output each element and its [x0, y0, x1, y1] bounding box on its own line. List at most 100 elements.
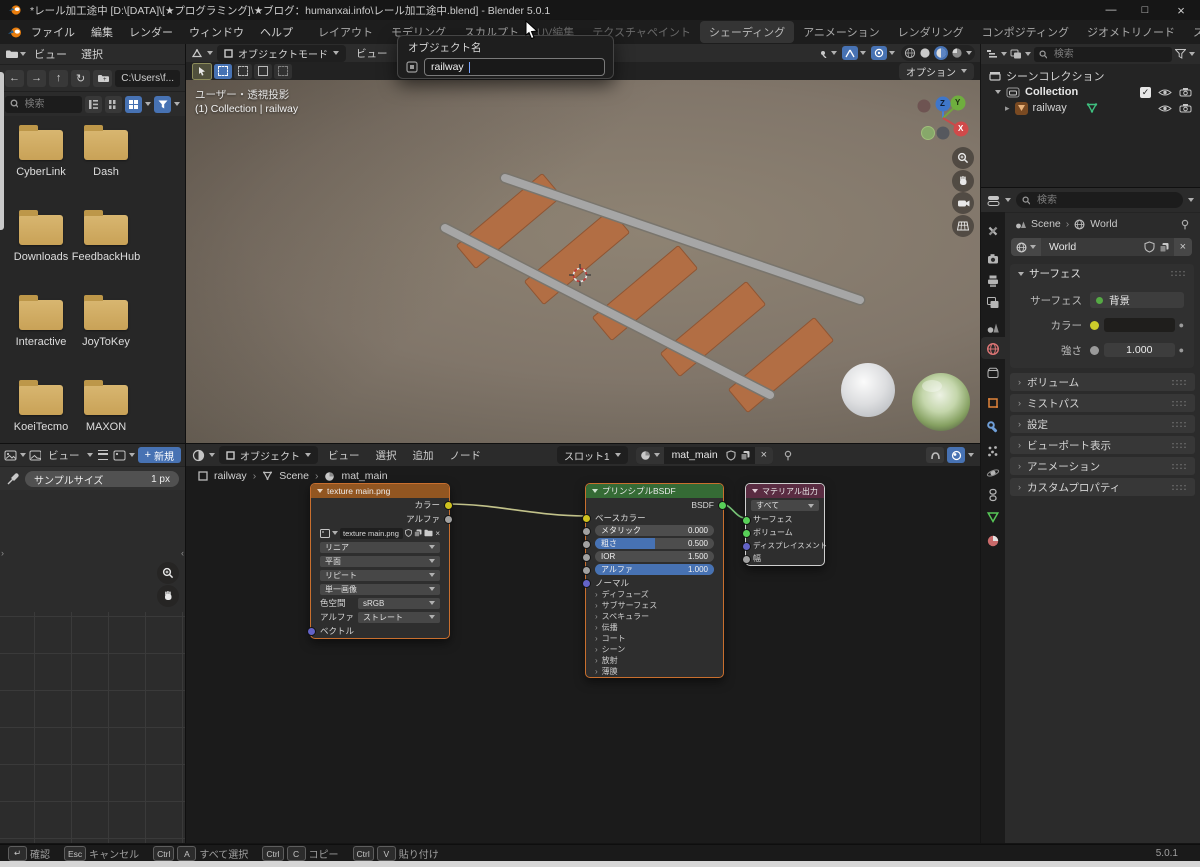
scene-collection-row[interactable]: シーンコレクション	[981, 68, 1200, 84]
properties-tab-viewlayer[interactable]	[984, 294, 1001, 311]
normal-input-socket[interactable]	[582, 579, 591, 588]
image-icon[interactable]	[29, 450, 42, 461]
chevron-down-icon[interactable]	[207, 51, 213, 55]
nav-back-button[interactable]: ←	[5, 70, 24, 87]
new-folder-button[interactable]: +	[93, 70, 112, 87]
alpha-input-socket[interactable]	[582, 566, 591, 575]
section-coat[interactable]: ›コート	[586, 633, 723, 644]
outliner-filter-type-icon[interactable]	[1010, 49, 1022, 59]
section-subsurface[interactable]: ›サブサーフェス	[586, 600, 723, 611]
properties-tab-tool[interactable]	[984, 222, 1001, 239]
breadcrumb-material[interactable]: mat_main	[341, 470, 387, 482]
expand-icon[interactable]: ▸	[1005, 103, 1010, 114]
chevron-down-icon[interactable]	[332, 531, 338, 535]
output-node-header[interactable]: マテリアル出力	[746, 484, 824, 498]
chevron-down-icon[interactable]	[1025, 52, 1031, 56]
alpha-slider[interactable]: アルファ1.000	[595, 564, 714, 575]
properties-tab-object[interactable]	[984, 394, 1001, 411]
maximize-button[interactable]: □	[1128, 4, 1162, 16]
chevron-down-icon[interactable]	[20, 52, 26, 56]
section-transmission[interactable]: ›伝播	[586, 622, 723, 633]
chevron-down-icon[interactable]	[129, 453, 135, 457]
collection-row[interactable]: Collection ✓	[981, 84, 1200, 100]
panel-grip[interactable]	[1170, 270, 1186, 277]
tab-animation[interactable]: アニメーション	[794, 21, 889, 43]
material-output-node[interactable]: マテリアル出力 すべて サーフェス ボリューム ディスプレイスメント 幅	[745, 483, 825, 566]
se-menu-select[interactable]: 選択	[370, 447, 403, 464]
panel-viewport-display[interactable]: ›ビューポート表示	[1010, 436, 1195, 454]
section-diffuse[interactable]: ›ディフューズ	[586, 589, 723, 600]
pin-icon[interactable]	[1180, 219, 1190, 230]
active-tool-tweak[interactable]	[192, 63, 212, 80]
color-socket-dot[interactable]	[1090, 321, 1099, 330]
menu-window[interactable]: ウィンドウ	[181, 22, 252, 42]
properties-tab-world[interactable]	[984, 340, 1001, 357]
properties-tab-scene[interactable]	[984, 318, 1001, 335]
interpolation-dropdown[interactable]: リニア	[320, 542, 440, 553]
close-button[interactable]: ×	[1162, 3, 1200, 18]
collapse-icon[interactable]	[317, 489, 323, 493]
panel-grip[interactable]	[1171, 400, 1187, 407]
chevron-down-icon[interactable]	[1005, 198, 1011, 202]
properties-editor-icon[interactable]	[987, 195, 1000, 206]
filter-button[interactable]	[154, 96, 171, 113]
se-menu-node[interactable]: ノード	[444, 447, 488, 464]
se-menu-add[interactable]: 追加	[407, 447, 440, 464]
chevron-down-icon[interactable]	[968, 453, 974, 457]
ior-input-socket[interactable]	[582, 553, 591, 562]
target-dropdown[interactable]: すべて	[751, 500, 819, 511]
image-editor-type-icon[interactable]	[4, 450, 17, 461]
overlay-toggle-button[interactable]	[947, 447, 965, 463]
image-datablock-icon[interactable]	[113, 450, 126, 461]
thickness-input-socket[interactable]	[742, 555, 751, 564]
properties-tab-modifiers[interactable]	[984, 418, 1001, 435]
roughness-slider[interactable]: 粗さ0.500	[595, 538, 714, 549]
alpha-mode-dropdown[interactable]: ストレート	[358, 612, 440, 623]
folder-item[interactable]: Dash	[73, 130, 139, 178]
folder-menu-icon[interactable]	[5, 49, 18, 59]
hamburger-menu-icon[interactable]	[98, 450, 109, 460]
chevron-down-icon[interactable]	[20, 453, 26, 457]
vp-menu-view[interactable]: ビュー	[350, 45, 394, 62]
display-thumbnail-button[interactable]	[125, 96, 142, 113]
path-field[interactable]: C:\Users\f...	[115, 70, 180, 87]
open-folder-icon[interactable]	[424, 529, 433, 537]
select-extend-mode-button[interactable]	[234, 64, 252, 79]
collapse-icon[interactable]	[752, 489, 758, 493]
shader-editor-type-icon[interactable]	[192, 449, 205, 462]
object-name-input[interactable]: railway	[424, 58, 605, 76]
nav-refresh-button[interactable]: ↻	[71, 70, 90, 87]
alpha-output-socket[interactable]	[444, 515, 453, 524]
ior-slider[interactable]: IOR1.500	[595, 551, 714, 562]
zoom-gizmo[interactable]	[157, 562, 179, 584]
proportional-edit-button[interactable]	[871, 46, 887, 60]
pan-gizmo[interactable]	[157, 585, 179, 607]
pin-icon[interactable]	[783, 450, 793, 461]
panel-grip[interactable]	[1171, 421, 1187, 428]
properties-tab-collection[interactable]	[984, 364, 1001, 381]
panel-settings[interactable]: ›設定	[1010, 415, 1195, 433]
axis-x-label[interactable]: X	[958, 124, 963, 133]
display-vertical-list-button[interactable]	[85, 96, 102, 113]
metallic-input-socket[interactable]	[582, 527, 591, 536]
strength-value-field[interactable]: 1.000	[1104, 343, 1175, 357]
eye-icon[interactable]	[1158, 104, 1172, 113]
tab-layout[interactable]: レイアウト	[309, 21, 382, 43]
image-texture-node[interactable]: texture main.png カラー アルファ texture main.p…	[310, 483, 450, 639]
snap-toggle-button[interactable]	[926, 447, 944, 463]
fake-user-shield-icon[interactable]	[405, 529, 412, 537]
select-box-mode-button[interactable]	[214, 64, 232, 79]
folder-item[interactable]: KoeiTecmo	[8, 385, 74, 433]
eye-icon[interactable]	[1158, 88, 1172, 97]
shading-solid-button[interactable]	[919, 47, 931, 59]
color-swatch[interactable]	[1104, 318, 1175, 332]
select-intersect-mode-button[interactable]	[274, 64, 292, 79]
metallic-slider[interactable]: メタリック0.000	[595, 525, 714, 536]
mode-dropdown[interactable]: オブジェクトモード	[217, 45, 346, 62]
menu-render[interactable]: レンダー	[121, 22, 181, 42]
tab-scripting[interactable]: スクリ	[1184, 21, 1200, 43]
colorspace-dropdown[interactable]: sRGB	[358, 598, 440, 609]
folder-item[interactable]: Downloads	[8, 215, 74, 263]
displacement-input-socket[interactable]	[742, 542, 751, 551]
folder-item[interactable]: Interactive	[8, 300, 74, 348]
